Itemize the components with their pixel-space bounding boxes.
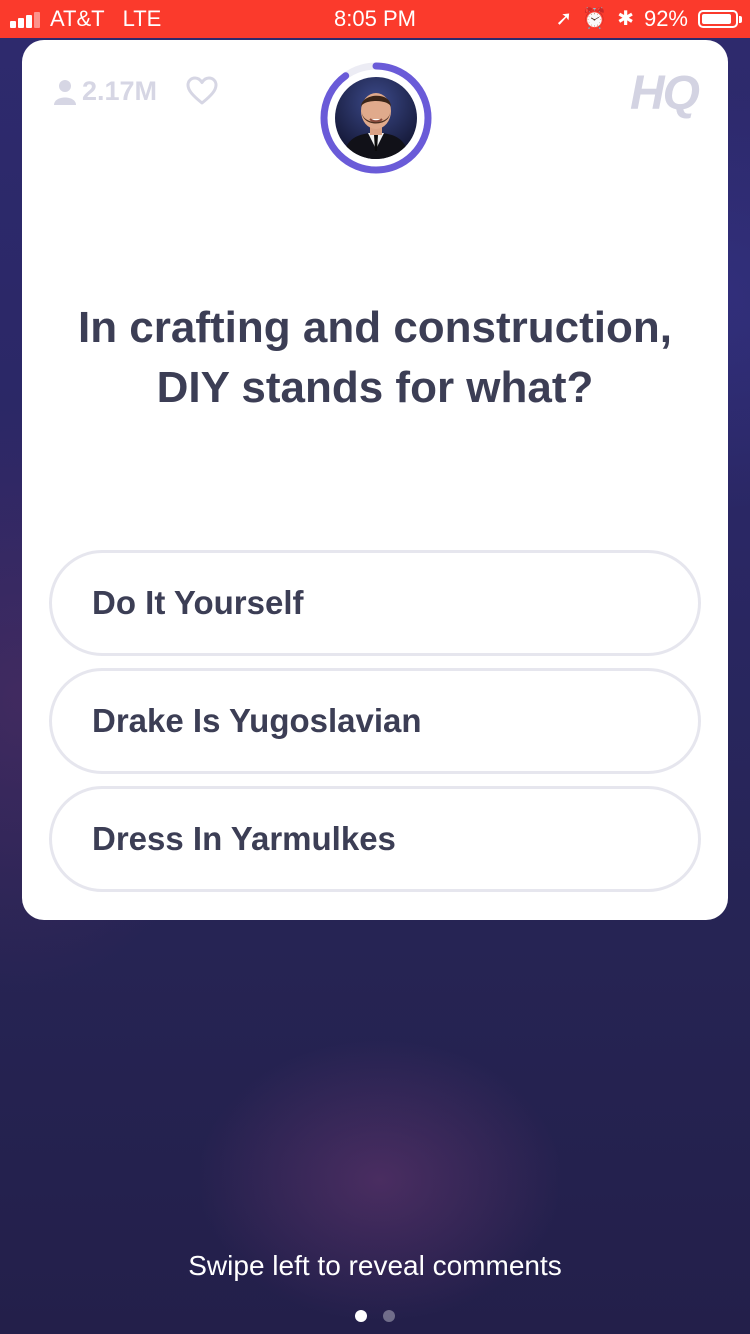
- host-timer: [319, 61, 433, 175]
- page-dot-1[interactable]: [355, 1310, 367, 1322]
- heart-icon[interactable]: [186, 76, 218, 106]
- status-bar: AT&T LTE 8:05 PM ➚ ⏰ ✱ 92%: [0, 0, 750, 38]
- page-indicator[interactable]: [0, 1310, 750, 1322]
- swipe-hint: Swipe left to reveal comments: [188, 1250, 562, 1281]
- bluetooth-icon: ✱: [617, 8, 634, 30]
- location-arrow-icon: ➚: [555, 8, 573, 30]
- question-text: In crafting and construction, DIY stands…: [77, 303, 673, 412]
- host-portrait: [343, 93, 409, 159]
- answer-option-1[interactable]: Do It Yourself: [49, 550, 701, 656]
- viewer-count: 2.17M: [54, 76, 157, 107]
- answer-option-2[interactable]: Drake Is Yugoslavian: [49, 668, 701, 774]
- answer-option-3[interactable]: Dress In Yarmulkes: [49, 786, 701, 892]
- battery-icon: [698, 10, 742, 28]
- answer-list: Do It Yourself Drake Is Yugoslavian Dres…: [49, 550, 701, 904]
- question-card: 2.17M HQ In crafting and construction, D…: [22, 40, 728, 920]
- hq-logo: HQ: [630, 67, 700, 120]
- status-right: ➚ ⏰ ✱ 92%: [555, 6, 742, 32]
- person-icon: [54, 79, 76, 105]
- battery-fill: [702, 14, 732, 24]
- viewer-count-label: 2.17M: [82, 76, 158, 106]
- alarm-clock-icon: ⏰: [582, 8, 608, 30]
- page-dot-2[interactable]: [383, 1310, 395, 1322]
- host-avatar: [335, 77, 417, 159]
- battery-percent: 92%: [643, 6, 688, 31]
